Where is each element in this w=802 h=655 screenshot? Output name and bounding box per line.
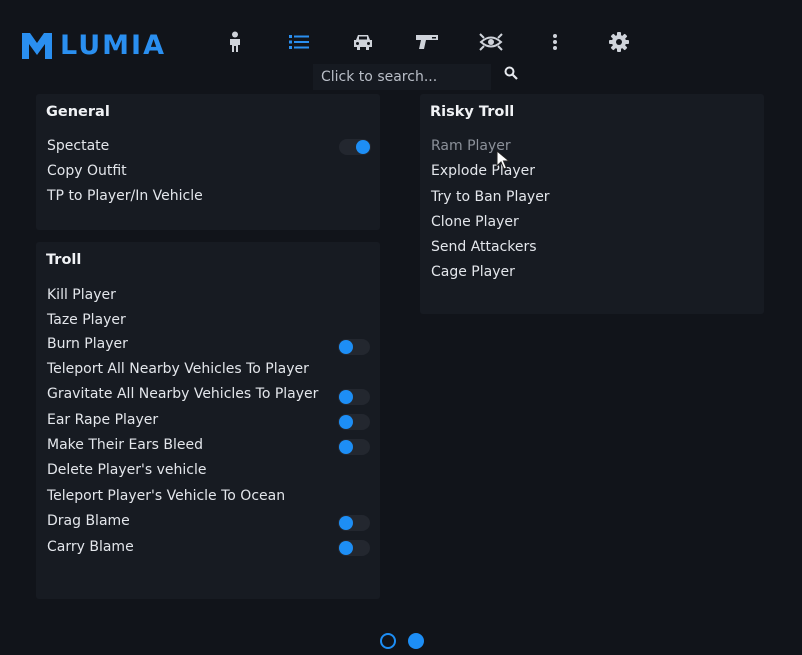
option-carry-blame[interactable]: Carry Blame xyxy=(47,539,134,555)
nav-settings[interactable] xyxy=(604,28,634,56)
option-vehicle-to-ocean[interactable]: Teleport Player's Vehicle To Ocean xyxy=(47,488,285,504)
page-indicator-1[interactable] xyxy=(380,633,396,649)
troll-panel: Troll Kill Player Taze Player Burn Playe… xyxy=(36,242,380,599)
search-icon[interactable] xyxy=(504,66,518,80)
eye-icon xyxy=(479,33,503,51)
option-drag-blame[interactable]: Drag Blame xyxy=(47,513,130,529)
nav-player[interactable] xyxy=(220,28,250,56)
gear-icon xyxy=(609,32,629,52)
person-icon xyxy=(230,31,240,52)
option-explode-player[interactable]: Explode Player xyxy=(431,163,535,179)
app-logo: LUMIA xyxy=(22,30,166,61)
page-indicator-2[interactable] xyxy=(408,633,424,649)
option-gravitate-nearby-vehicles[interactable]: Gravitate All Nearby Vehicles To Player xyxy=(47,386,318,402)
toggle-gravitate-vehicles[interactable] xyxy=(338,389,370,405)
top-nav xyxy=(220,28,668,56)
toggle-carry-blame[interactable] xyxy=(338,540,370,556)
risky-troll-panel: Risky Troll Ram Player Explode Player Tr… xyxy=(420,94,764,314)
option-burn-player[interactable]: Burn Player xyxy=(47,336,128,352)
lumia-logo-icon xyxy=(22,32,52,59)
more-vertical-icon xyxy=(553,34,557,50)
option-send-attackers[interactable]: Send Attackers xyxy=(431,239,537,255)
nav-list[interactable] xyxy=(284,28,314,56)
nav-weapons[interactable] xyxy=(412,28,442,56)
nav-more[interactable] xyxy=(540,28,570,56)
nav-vision[interactable] xyxy=(476,28,506,56)
car-icon xyxy=(354,35,372,50)
option-teleport-nearby-vehicles[interactable]: Teleport All Nearby Vehicles To Player xyxy=(47,361,309,377)
option-taze-player[interactable]: Taze Player xyxy=(47,312,126,328)
toggle-drag-blame[interactable] xyxy=(338,515,370,531)
app-name: LUMIA xyxy=(60,30,166,61)
toggle-ear-rape[interactable] xyxy=(338,414,370,430)
toggle-ears-bleed[interactable] xyxy=(338,439,370,455)
search-input[interactable] xyxy=(313,64,491,90)
option-make-ears-bleed[interactable]: Make Their Ears Bleed xyxy=(47,437,203,453)
panel-title: Risky Troll xyxy=(430,104,515,120)
nav-vehicle[interactable] xyxy=(348,28,378,56)
panel-title: General xyxy=(46,104,110,120)
list-icon xyxy=(289,35,309,49)
panel-title: Troll xyxy=(46,252,82,268)
toggle-burn-player[interactable] xyxy=(338,339,370,355)
option-try-to-ban-player[interactable]: Try to Ban Player xyxy=(431,189,550,205)
toggle-spectate[interactable] xyxy=(339,139,371,155)
option-kill-player[interactable]: Kill Player xyxy=(47,287,116,303)
option-clone-player[interactable]: Clone Player xyxy=(431,214,519,230)
general-panel: General Spectate Copy Outfit TP to Playe… xyxy=(36,94,380,230)
mouse-cursor-icon xyxy=(496,150,510,170)
option-ear-rape-player[interactable]: Ear Rape Player xyxy=(47,412,158,428)
option-copy-outfit[interactable]: Copy Outfit xyxy=(47,163,127,179)
option-cage-player[interactable]: Cage Player xyxy=(431,264,515,280)
option-tp-to-player[interactable]: TP to Player/In Vehicle xyxy=(47,188,203,204)
option-spectate[interactable]: Spectate xyxy=(47,138,109,154)
gun-icon xyxy=(416,35,438,49)
option-delete-vehicle[interactable]: Delete Player's vehicle xyxy=(47,462,206,478)
